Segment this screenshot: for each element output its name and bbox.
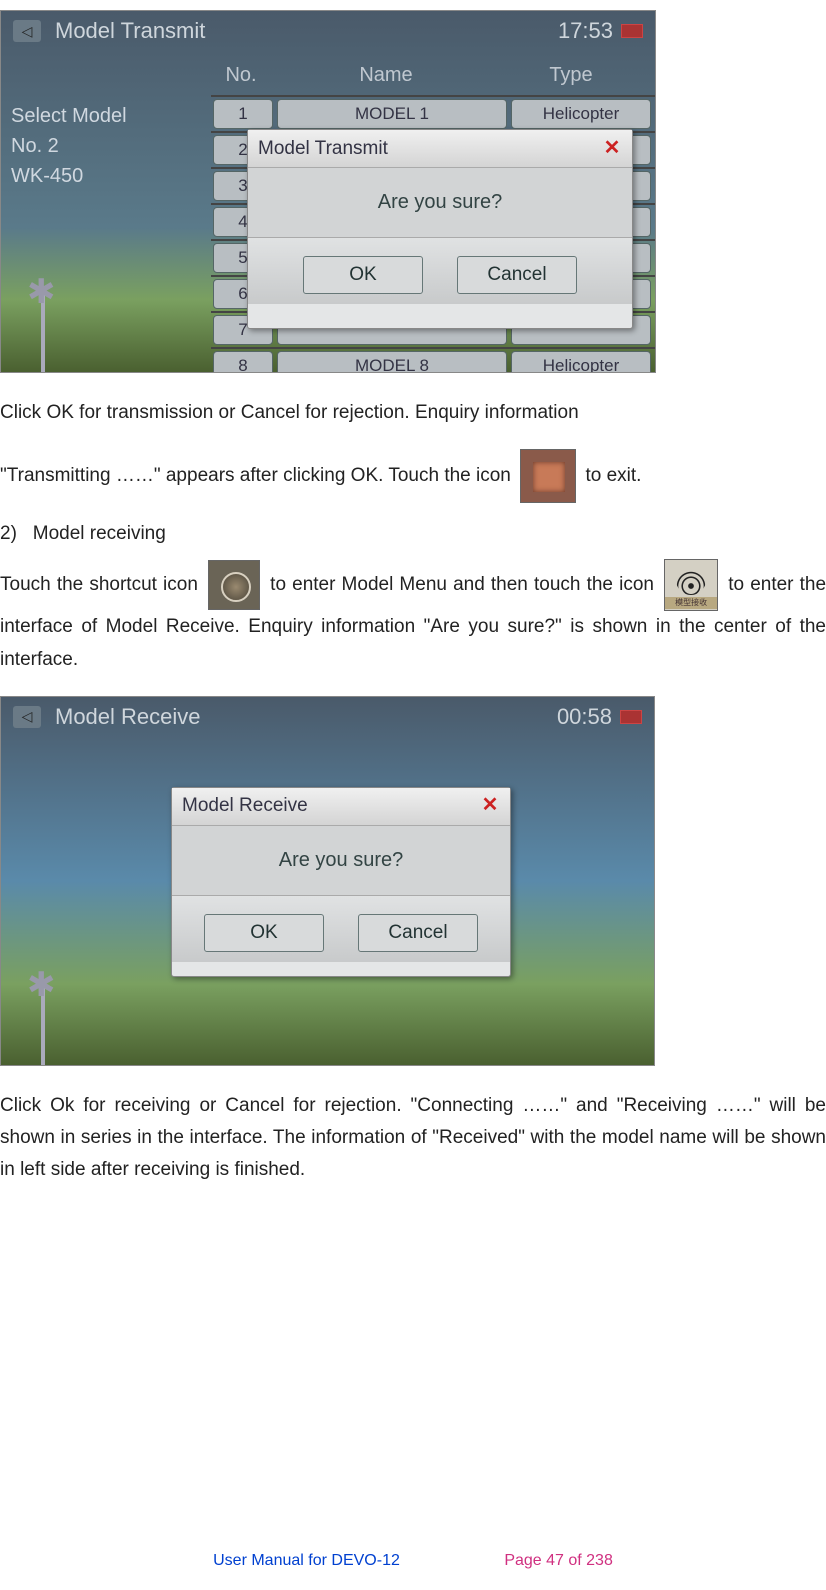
footer-manual-title: User Manual for DEVO-12: [213, 1552, 400, 1570]
dialog-title: Model Receive: [182, 795, 308, 817]
col-header-no: No.: [211, 60, 271, 91]
turbine-decoration: [1, 232, 101, 372]
footer-page-number: Page 47 of 238: [504, 1552, 613, 1570]
sidebar: Select Model No. 2 WK-450: [11, 101, 127, 191]
table-row[interactable]: 8 MODEL 8 Helicopter: [211, 347, 655, 373]
ok-button[interactable]: OK: [303, 256, 423, 294]
col-header-name: Name: [271, 60, 501, 91]
dialog-message: Are you sure?: [172, 826, 510, 896]
cancel-button[interactable]: Cancel: [457, 256, 577, 294]
model-receive-icon: 模型接收: [664, 559, 718, 611]
dialog-title: Model Transmit: [258, 138, 388, 160]
section-heading-model-receiving: 2) Model receiving: [0, 523, 826, 545]
paragraph-model-receive-intro: Touch the shortcut icon to enter Model M…: [0, 559, 826, 676]
paragraph-transmitting: "Transmitting ……" appears after clicking…: [0, 449, 826, 503]
page-footer: User Manual for DEVO-12 Page 47 of 238: [0, 1552, 826, 1570]
confirm-dialog: Model Receive ✕ Are you sure? OK Cancel: [171, 787, 511, 977]
screen-title: Model Receive: [55, 704, 201, 730]
screen-title: Model Transmit: [55, 18, 205, 44]
screenshot1-topbar: ◁ Model Transmit 17:53: [1, 11, 655, 51]
clock: 00:58: [557, 704, 612, 730]
battery-icon: [621, 24, 643, 38]
turbine-decoration: [1, 925, 101, 1065]
screenshot-model-transmit: ◁ Model Transmit 17:53 Select Model No. …: [0, 10, 656, 373]
sidebar-label: Select Model: [11, 101, 127, 131]
table-row[interactable]: 1 MODEL 1 Helicopter: [211, 95, 655, 131]
clock: 17:53: [558, 18, 613, 44]
sidebar-model-no: No. 2: [11, 131, 127, 161]
cancel-button[interactable]: Cancel: [358, 914, 478, 952]
back-icon[interactable]: ◁: [13, 706, 41, 728]
model-menu-shortcut-icon: [208, 560, 260, 610]
paragraph-receive-instruction: Click Ok for receiving or Cancel for rej…: [0, 1090, 826, 1187]
sidebar-model-name: WK-450: [11, 161, 127, 191]
battery-icon: [620, 710, 642, 724]
col-header-type: Type: [501, 60, 641, 91]
dialog-message: Are you sure?: [248, 168, 632, 238]
close-icon[interactable]: ✕: [602, 139, 622, 159]
paragraph-transmit-instruction: Click OK for transmission or Cancel for …: [0, 397, 826, 429]
confirm-dialog: Model Transmit ✕ Are you sure? OK Cancel: [247, 129, 633, 329]
screenshot-model-receive: ◁ Model Receive 00:58 Model Receive ✕ Ar…: [0, 696, 655, 1066]
ok-button[interactable]: OK: [204, 914, 324, 952]
exit-icon: [520, 449, 576, 503]
close-icon[interactable]: ✕: [480, 796, 500, 816]
screenshot2-topbar: ◁ Model Receive 00:58: [1, 697, 654, 737]
back-icon[interactable]: ◁: [13, 20, 41, 42]
